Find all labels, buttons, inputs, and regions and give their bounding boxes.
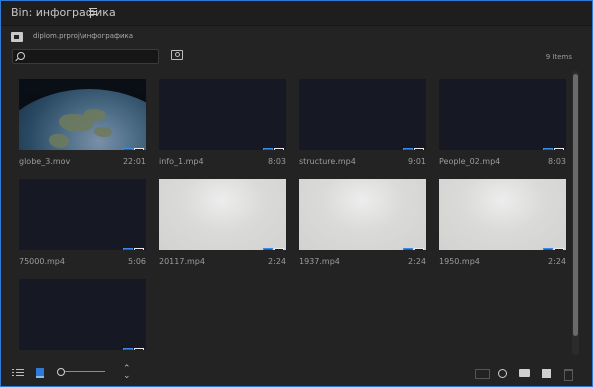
video-badge-icon (123, 348, 133, 350)
clear-icon[interactable] (564, 369, 573, 381)
media-item[interactable]: 20117.mp4 2:24 (159, 179, 286, 269)
media-item[interactable]: info_1.mp4 8:03 (159, 79, 286, 169)
media-item[interactable] (19, 279, 146, 369)
media-name: globe_3.mov (19, 157, 71, 166)
bin-path: diplom.prproj\инфографика (33, 32, 134, 40)
media-thumbnail[interactable] (299, 79, 426, 150)
media-duration: 2:24 (408, 257, 426, 266)
video-badge-icon (123, 248, 133, 250)
media-thumbnail[interactable] (159, 79, 286, 150)
icon-view-icon[interactable] (36, 368, 44, 378)
media-type-badges (402, 240, 424, 250)
audio-badge-icon (554, 248, 564, 250)
panel-menu-icon[interactable] (89, 8, 97, 16)
video-badge-icon (543, 248, 553, 250)
audio-badge-icon (274, 148, 284, 150)
media-duration: 2:24 (548, 257, 566, 266)
media-type-badges (262, 140, 284, 150)
media-thumbnail[interactable] (19, 79, 146, 150)
media-duration: 8:03 (548, 157, 566, 166)
media-type-badges (262, 240, 284, 250)
media-duration: 8:03 (268, 157, 286, 166)
search-icon (17, 52, 25, 60)
video-badge-icon (403, 148, 413, 150)
media-thumbnail[interactable] (299, 179, 426, 250)
media-type-badges (542, 140, 564, 150)
audio-badge-icon (414, 148, 424, 150)
media-thumbnail[interactable] (439, 179, 566, 250)
zoom-slider-handle[interactable] (57, 368, 65, 376)
search-input[interactable] (12, 49, 159, 64)
media-type-badges (122, 240, 144, 250)
video-badge-icon (543, 148, 553, 150)
audio-badge-icon (134, 148, 144, 150)
zoom-slider-track[interactable] (65, 371, 105, 372)
folder-up-icon[interactable] (11, 32, 23, 42)
video-badge-icon (263, 248, 273, 250)
media-item[interactable]: 75000.mp4 5:06 (19, 179, 146, 269)
find-icon[interactable] (498, 369, 507, 378)
media-type-badges (402, 140, 424, 150)
media-name: People_02.mp4 (439, 157, 501, 166)
video-badge-icon (123, 148, 133, 150)
panel-titlebar: Bin: инфографика (1, 1, 592, 26)
media-type-badges (542, 240, 564, 250)
sort-icon[interactable]: ⌃ ⌄ (123, 365, 131, 381)
media-duration: 5:06 (128, 257, 146, 266)
media-name: 1937.mp4 (299, 257, 340, 266)
items-count: 9 Items (545, 53, 572, 61)
media-name: 20117.mp4 (159, 257, 205, 266)
media-name: structure.mp4 (299, 157, 356, 166)
media-item[interactable]: structure.mp4 9:01 (299, 79, 426, 169)
project-panel: Bin: инфографика diplom.prproj\инфографи… (0, 0, 593, 387)
media-item[interactable]: People_02.mp4 8:03 (439, 79, 566, 169)
video-badge-icon (403, 248, 413, 250)
audio-badge-icon (274, 248, 284, 250)
media-name: 1950.mp4 (439, 257, 480, 266)
media-grid: globe_3.mov 22:01 info_1.mp4 8:03 structure.… (19, 79, 571, 359)
audio-badge-icon (134, 248, 144, 250)
list-view-icon[interactable] (12, 369, 24, 377)
media-thumbnail[interactable] (159, 179, 286, 250)
audio-badge-icon (554, 148, 564, 150)
video-badge-icon (263, 148, 273, 150)
vertical-scrollbar[interactable] (572, 71, 579, 355)
media-item[interactable]: 1937.mp4 2:24 (299, 179, 426, 269)
audio-badge-icon (134, 348, 144, 350)
media-thumbnail[interactable] (19, 179, 146, 250)
audio-badge-icon (414, 248, 424, 250)
media-type-badges (122, 140, 144, 150)
panel-title[interactable]: Bin: инфографика (11, 6, 116, 19)
panel-footer: ⌃ ⌄ (1, 363, 592, 385)
media-duration: 2:24 (268, 257, 286, 266)
media-duration: 22:01 (122, 157, 146, 166)
new-bin-icon[interactable] (519, 369, 530, 377)
media-name: info_1.mp4 (159, 157, 204, 166)
new-item-icon[interactable] (542, 369, 551, 378)
media-name: 75000.mp4 (19, 257, 65, 266)
new-search-bin-icon[interactable] (171, 50, 183, 60)
scrollbar-thumb[interactable] (573, 74, 578, 336)
media-duration: 9:01 (408, 157, 426, 166)
media-thumbnail[interactable] (19, 279, 146, 350)
media-item[interactable]: globe_3.mov 22:01 (19, 79, 146, 169)
automate-to-sequence-icon[interactable] (475, 369, 490, 379)
media-item[interactable]: 1950.mp4 2:24 (439, 179, 566, 269)
media-thumbnail[interactable] (439, 79, 566, 150)
media-type-badges (122, 340, 144, 350)
